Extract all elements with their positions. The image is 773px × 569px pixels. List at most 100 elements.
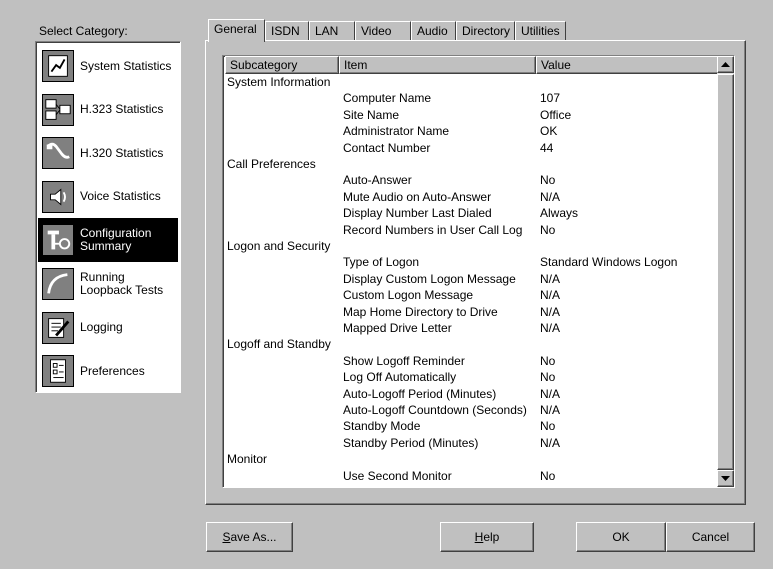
category-list[interactable]: System Statistics H.323 Statistics H.320 S… <box>35 41 181 393</box>
tab-lan[interactable]: LAN <box>309 21 355 41</box>
cancel-button[interactable]: Cancel <box>666 522 755 552</box>
arrow-up-icon <box>721 62 730 67</box>
category-item-voice-statistics[interactable]: Voice Statistics <box>38 175 178 219</box>
column-header-value[interactable]: Value <box>536 56 719 74</box>
cell-value: N/A <box>540 403 561 417</box>
category-item-configuration-summary[interactable]: Configuration Summary <box>38 218 178 263</box>
tab-general[interactable]: General <box>208 19 265 42</box>
column-header-item[interactable]: Item <box>339 56 536 74</box>
category-item-running-loopback-tests[interactable]: Running Loopback Tests <box>38 262 178 306</box>
cell-subcategory: Logoff and Standby <box>227 337 331 352</box>
category-label: H.323 Statistics <box>80 102 164 117</box>
category-item-h-320-statistics[interactable]: H.320 Statistics <box>38 131 178 175</box>
cell-value: No <box>540 468 556 483</box>
cell-subcategory: System Information <box>227 75 331 89</box>
table-row[interactable]: Type of Logon Standard Windows Logon <box>223 254 719 270</box>
cell-value: No <box>540 353 556 368</box>
table-row[interactable]: Display Custom Logon Message N/A <box>223 271 719 287</box>
cell-item: Log Off Automatically <box>343 370 457 385</box>
cell-value: Always <box>540 206 579 221</box>
category-item-system-statistics[interactable]: System Statistics <box>38 44 178 88</box>
cell-item: Site Name <box>343 107 400 122</box>
cell-value: No <box>540 419 556 434</box>
cell-subcategory: Monitor <box>227 452 268 467</box>
tab-isdn[interactable]: ISDN <box>265 21 309 41</box>
category-label: H.320 Statistics <box>80 145 164 160</box>
table-row[interactable]: System Information <box>223 74 719 90</box>
cell-value: N/A <box>540 304 561 319</box>
cell-value: No <box>540 222 556 237</box>
table-row[interactable]: Standby Mode No <box>223 418 719 434</box>
cell-item: Standby Period (Minutes) <box>343 435 479 450</box>
table-row[interactable]: Auto-Logoff Countdown (Seconds) N/A <box>223 402 719 418</box>
table-row[interactable]: Display Number Last Dialed Always <box>223 205 719 221</box>
table-row[interactable]: Site Name Office <box>223 107 719 123</box>
save-as-label: Save As... <box>222 530 277 544</box>
configuration-table[interactable]: Subcategory Item Value System Informatio… <box>222 55 735 488</box>
cell-value: N/A <box>540 288 561 303</box>
cell-value: N/A <box>540 271 561 286</box>
tab-video[interactable]: Video <box>355 21 411 41</box>
save-as-button[interactable]: Save As... <box>206 522 293 552</box>
cell-item: Display Number Last Dialed <box>343 206 492 221</box>
select-category-label: Select Category: <box>39 24 128 38</box>
table-row[interactable]: Auto-Answer No <box>223 172 719 188</box>
cell-value: N/A <box>540 321 561 335</box>
cell-item: Type of Logon <box>343 255 420 270</box>
category-label: Configuration Summary <box>80 226 152 254</box>
phone-cable-icon <box>42 137 74 170</box>
cell-item: Custom Logon Message <box>343 288 474 303</box>
notepad-pencil-icon <box>42 311 74 344</box>
scroll-thumb[interactable] <box>717 74 734 470</box>
category-item-h-323-statistics[interactable]: H.323 Statistics <box>38 88 178 132</box>
tab-audio[interactable]: Audio <box>411 21 456 41</box>
cell-value: N/A <box>540 189 561 204</box>
cell-value: Office <box>540 107 572 122</box>
table-row[interactable]: Log Off Automatically No <box>223 369 719 385</box>
table-row[interactable]: Standby Period (Minutes) N/A <box>223 435 719 451</box>
table-row[interactable]: Show Logoff Reminder No <box>223 353 719 369</box>
table-row[interactable]: Use Second Monitor No <box>223 468 719 484</box>
table-row[interactable]: Call Preferences <box>223 156 719 172</box>
help-label: Help <box>474 530 500 544</box>
table-row[interactable]: Computer Name 107 <box>223 90 719 106</box>
cell-subcategory: Call Preferences <box>227 157 316 171</box>
table-row[interactable]: Logoff and Standby <box>223 336 719 352</box>
table-row[interactable]: Mute Audio on Auto-Answer N/A <box>223 189 719 205</box>
tab-directory[interactable]: Directory <box>456 21 515 41</box>
vertical-scrollbar[interactable] <box>717 56 734 487</box>
table-header: Subcategory Item Value <box>223 56 719 74</box>
cell-value: No <box>540 173 556 188</box>
category-label: Logging <box>80 320 123 335</box>
table-row[interactable]: Custom Logon Message N/A <box>223 287 719 303</box>
system-statistics-icon <box>42 50 74 82</box>
scroll-down-button[interactable] <box>717 470 734 487</box>
table-row[interactable]: Contact Number 44 <box>223 140 719 156</box>
cell-item: Display Custom Logon Message <box>343 271 516 286</box>
tab-utilities[interactable]: Utilities <box>515 21 566 41</box>
cell-item: Auto-Logoff Period (Minutes) <box>343 386 497 401</box>
table-row[interactable]: Logon and Security <box>223 238 719 254</box>
help-button[interactable]: Help <box>440 522 534 552</box>
table-row[interactable]: Map Home Directory to Drive N/A <box>223 304 719 320</box>
column-header-subcategory[interactable]: Subcategory <box>225 56 339 74</box>
table-row[interactable]: Mapped Drive Letter N/A <box>223 320 719 336</box>
ok-button[interactable]: OK <box>576 522 666 552</box>
scroll-up-button[interactable] <box>717 56 734 73</box>
table-row[interactable]: Auto-Logoff Period (Minutes) N/A <box>223 386 719 402</box>
cell-item: Standby Mode <box>343 419 421 434</box>
table-row[interactable]: Administrator Name OK <box>223 123 719 139</box>
arrow-down-icon <box>721 476 730 481</box>
configuration-tools-icon <box>42 224 74 257</box>
cell-subcategory: Logon and Security <box>227 239 331 253</box>
category-item-logging[interactable]: Logging <box>38 306 178 350</box>
cell-value: 44 <box>540 140 554 155</box>
cell-item: Computer Name <box>343 91 432 106</box>
cell-item: Show Logoff Reminder <box>343 353 465 368</box>
category-item-preferences[interactable]: Preferences <box>38 349 178 393</box>
table-row[interactable]: Record Numbers in User Call Log No <box>223 222 719 238</box>
table-row[interactable]: Monitor <box>223 451 719 467</box>
table-body: System Information Computer Name 107 Site N… <box>223 74 719 487</box>
category-label: Voice Statistics <box>80 189 161 204</box>
cancel-label: Cancel <box>691 530 730 544</box>
